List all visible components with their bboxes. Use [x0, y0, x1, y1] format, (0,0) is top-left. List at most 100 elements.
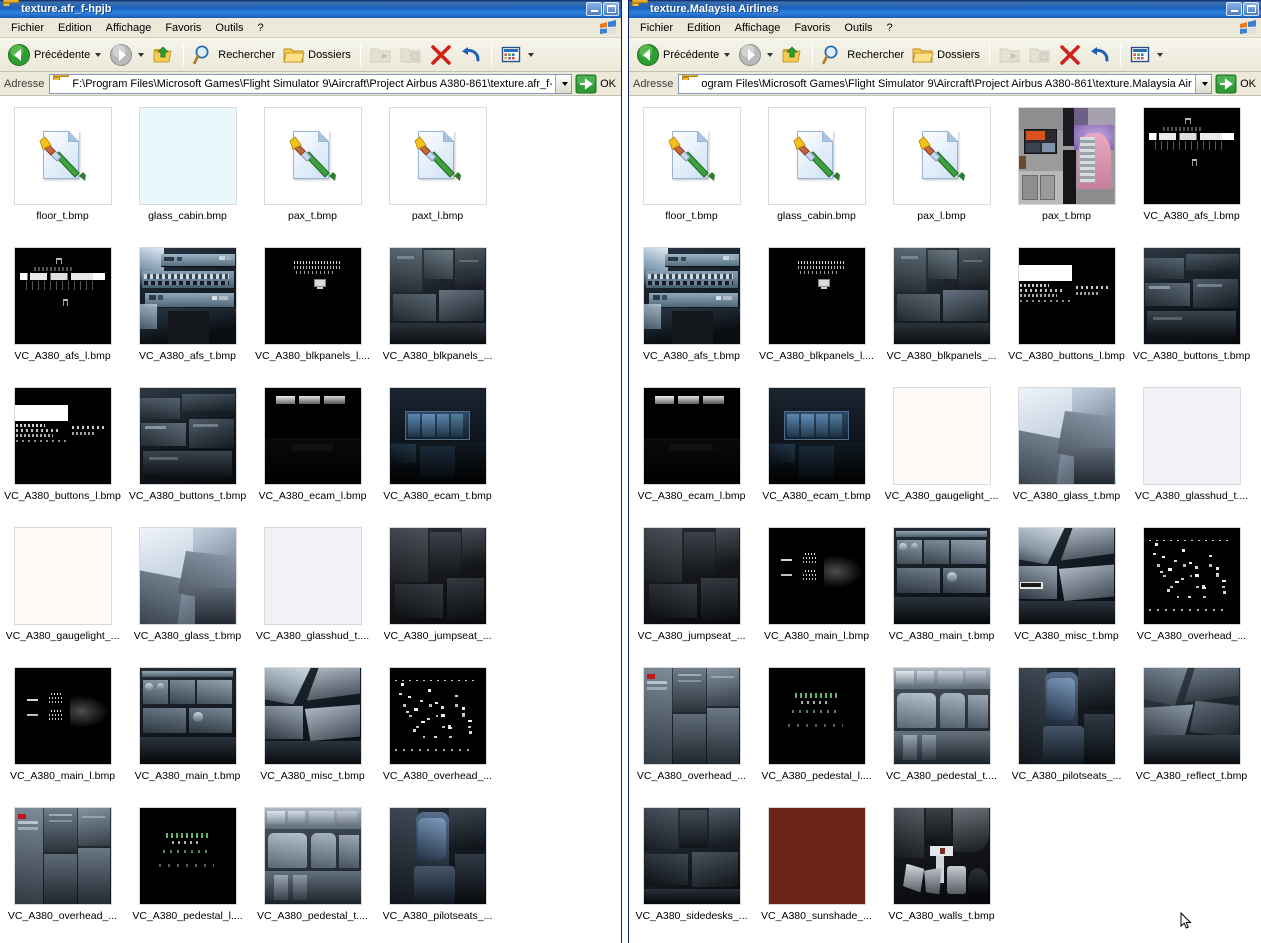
undo-button[interactable]: [457, 41, 485, 69]
file-item[interactable]: VC_A380_blkpanels_l....: [754, 243, 879, 383]
file-thumbnail[interactable]: [1017, 387, 1116, 485]
file-thumbnail[interactable]: [388, 247, 487, 345]
file-item[interactable]: VC_A380_sunshade_...: [754, 803, 879, 943]
search-button[interactable]: Rechercher: [190, 41, 278, 69]
file-item[interactable]: VC_A380_gaugelight_...: [879, 383, 1004, 523]
forward-button[interactable]: [735, 41, 776, 69]
search-button[interactable]: Rechercher: [819, 41, 907, 69]
chevron-down-icon[interactable]: [138, 52, 145, 57]
file-item[interactable]: VC_A380_overhead_...: [629, 663, 754, 803]
file-item[interactable]: VC_A380_glasshud_t....: [250, 523, 375, 663]
file-thumbnail[interactable]: [263, 527, 362, 625]
file-thumbnail[interactable]: [1017, 247, 1116, 345]
forward-button[interactable]: [106, 41, 147, 69]
file-item[interactable]: VC_A380_overhead_...: [375, 663, 500, 803]
file-thumbnail[interactable]: [263, 107, 362, 205]
file-item[interactable]: VC_A380_gaugelight_...: [0, 523, 125, 663]
file-thumbnail[interactable]: [13, 527, 112, 625]
file-item[interactable]: VC_A380_pilotseats_...: [375, 803, 500, 943]
file-list-left[interactable]: floor_t.bmp glass_cabin.bmp pax_t.bmp paxt_…: [0, 96, 621, 943]
file-thumbnail[interactable]: [1142, 247, 1241, 345]
file-thumbnail[interactable]: [892, 247, 991, 345]
go-button[interactable]: OK: [575, 74, 619, 94]
file-thumbnail[interactable]: [642, 807, 741, 905]
toolbar-right[interactable]: Précédente Rechercher Dossiers: [629, 38, 1261, 72]
minimize-button[interactable]: [1226, 2, 1242, 16]
file-thumbnail[interactable]: [388, 387, 487, 485]
address-input[interactable]: F:\Program Files\Microsoft Games\Flight …: [49, 73, 573, 94]
file-item[interactable]: paxt_l.bmp: [375, 103, 500, 243]
file-item[interactable]: VC_A380_afs_l.bmp: [0, 243, 125, 383]
file-item[interactable]: VC_A380_main_t.bmp: [879, 523, 1004, 663]
file-thumbnail[interactable]: [1017, 107, 1116, 205]
menu-outils[interactable]: Outils: [837, 20, 879, 36]
file-thumbnail[interactable]: [138, 527, 237, 625]
file-item[interactable]: VC_A380_misc_t.bmp: [1004, 523, 1129, 663]
file-thumbnail[interactable]: [892, 667, 991, 765]
file-thumbnail[interactable]: [642, 107, 741, 205]
file-thumbnail[interactable]: [388, 667, 487, 765]
file-thumbnail[interactable]: [263, 387, 362, 485]
file-item[interactable]: VC_A380_main_t.bmp: [125, 663, 250, 803]
file-item[interactable]: VC_A380_blkpanels_...: [879, 243, 1004, 383]
minimize-button[interactable]: [586, 2, 602, 16]
file-item[interactable]: VC_A380_overhead_...: [0, 803, 125, 943]
move-to-button[interactable]: [367, 41, 395, 69]
back-button[interactable]: Précédente: [4, 41, 104, 69]
file-item[interactable]: VC_A380_overhead_...: [1129, 523, 1254, 663]
address-dropdown-button[interactable]: [1195, 74, 1212, 93]
titlebar-right[interactable]: texture.Malaysia Airlines: [629, 0, 1261, 18]
file-item[interactable]: VC_A380_afs_l.bmp: [1129, 103, 1254, 243]
file-thumbnail[interactable]: [263, 807, 362, 905]
file-thumbnail[interactable]: [767, 107, 866, 205]
folders-button[interactable]: Dossiers: [909, 41, 983, 69]
file-item[interactable]: VC_A380_ecam_l.bmp: [250, 383, 375, 523]
menubar-right[interactable]: Fichier Edition Affichage Favoris Outils…: [629, 18, 1261, 38]
address-dropdown-button[interactable]: [555, 74, 572, 93]
menu-affichage[interactable]: Affichage: [99, 20, 159, 36]
file-item[interactable]: VC_A380_jumpseat_...: [375, 523, 500, 663]
up-button[interactable]: [778, 41, 806, 69]
file-item[interactable]: VC_A380_afs_t.bmp: [629, 243, 754, 383]
address-input[interactable]: ogram Files\Microsoft Games\Flight Simul…: [678, 73, 1213, 94]
file-thumbnail[interactable]: [642, 667, 741, 765]
file-item[interactable]: pax_t.bmp: [1004, 103, 1129, 243]
views-button[interactable]: [498, 41, 537, 69]
up-button[interactable]: [149, 41, 177, 69]
file-item[interactable]: VC_A380_jumpseat_...: [629, 523, 754, 663]
file-thumbnail[interactable]: [1142, 107, 1241, 205]
file-thumbnail[interactable]: [642, 527, 741, 625]
titlebar-left[interactable]: texture.afr_f-hpjb: [0, 0, 621, 18]
file-item[interactable]: VC_A380_pilotseats_...: [1004, 663, 1129, 803]
file-thumbnail[interactable]: [892, 807, 991, 905]
file-item[interactable]: VC_A380_glass_t.bmp: [1004, 383, 1129, 523]
toolbar-left[interactable]: Précédente Rechercher Dossiers: [0, 38, 621, 72]
file-item[interactable]: VC_A380_ecam_t.bmp: [754, 383, 879, 523]
chevron-down-icon[interactable]: [1156, 52, 1163, 57]
file-item[interactable]: VC_A380_buttons_l.bmp: [0, 383, 125, 523]
file-thumbnail[interactable]: [388, 107, 487, 205]
file-thumbnail[interactable]: [1017, 667, 1116, 765]
file-thumbnail[interactable]: [263, 667, 362, 765]
file-thumbnail[interactable]: [13, 667, 112, 765]
file-thumbnail[interactable]: [388, 807, 487, 905]
file-thumbnail[interactable]: [1142, 387, 1241, 485]
maximize-button[interactable]: [1243, 2, 1259, 16]
file-thumbnail[interactable]: [767, 387, 866, 485]
file-item[interactable]: VC_A380_main_l.bmp: [0, 663, 125, 803]
copy-to-button[interactable]: [397, 41, 425, 69]
file-item[interactable]: VC_A380_reflect_t.bmp: [1129, 663, 1254, 803]
file-thumbnail[interactable]: [892, 527, 991, 625]
menu-favoris[interactable]: Favoris: [158, 20, 208, 36]
menubar-left[interactable]: Fichier Edition Affichage Favoris Outils…: [0, 18, 621, 38]
file-item[interactable]: glass_cabin.bmp: [754, 103, 879, 243]
addressbar-right[interactable]: Adresse ogram Files\Microsoft Games\Flig…: [629, 72, 1261, 96]
file-thumbnail[interactable]: [1142, 667, 1241, 765]
file-thumbnail[interactable]: [263, 247, 362, 345]
file-thumbnail[interactable]: [892, 107, 991, 205]
views-button[interactable]: [1127, 41, 1166, 69]
undo-button[interactable]: [1086, 41, 1114, 69]
delete-button[interactable]: [427, 41, 455, 69]
file-item[interactable]: floor_t.bmp: [629, 103, 754, 243]
file-item[interactable]: VC_A380_misc_t.bmp: [250, 663, 375, 803]
